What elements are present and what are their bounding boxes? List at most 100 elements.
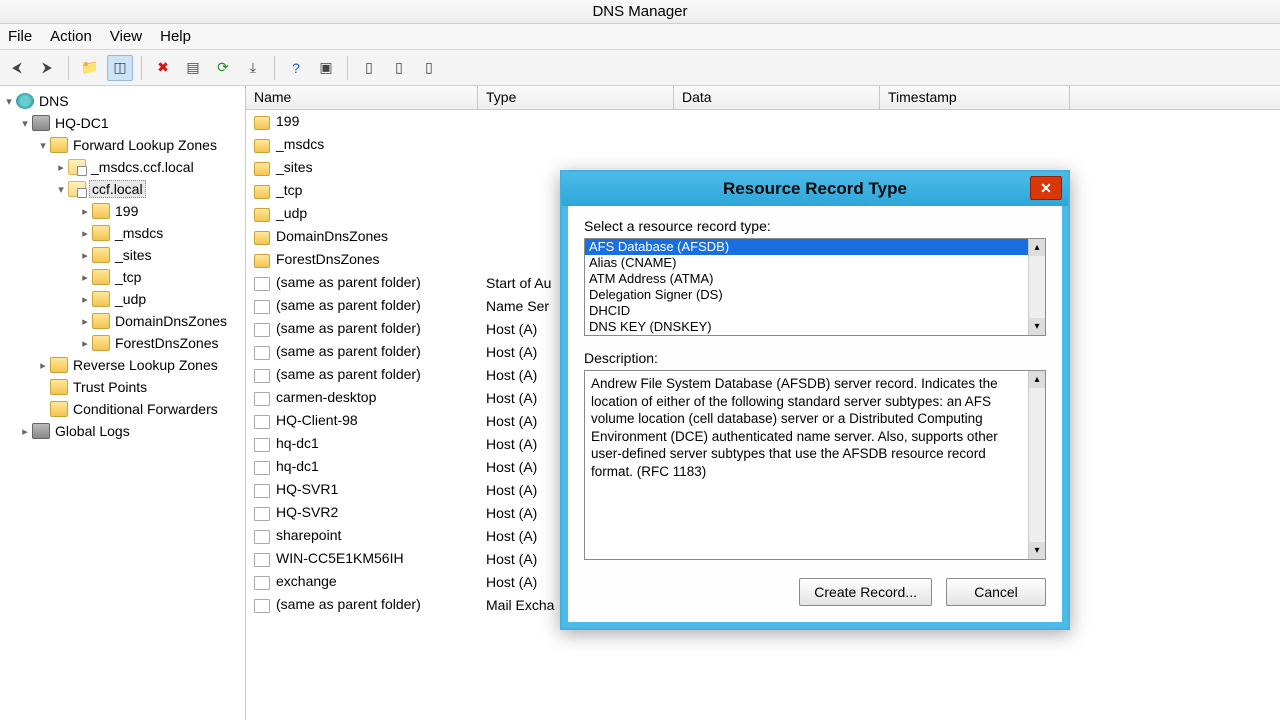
scroll-down-icon[interactable]: ▾	[1029, 318, 1045, 335]
tree-sub-sites[interactable]: ▸ _sites	[0, 244, 245, 266]
listbox-scrollbar[interactable]: ▴ ▾	[1028, 239, 1045, 335]
tree-zone-msdcs-ccf[interactable]: ▸ _msdcs.ccf.local	[0, 156, 245, 178]
scroll-up-icon[interactable]: ▴	[1029, 239, 1045, 256]
row-name: HQ-SVR2	[276, 504, 338, 520]
dialog-titlebar[interactable]: Resource Record Type ✕	[562, 172, 1068, 206]
folder-icon	[254, 185, 270, 199]
row-name: (same as parent folder)	[276, 297, 421, 313]
select-record-type-label: Select a resource record type:	[584, 218, 1046, 234]
zone-icon	[68, 181, 86, 197]
row-name: exchange	[276, 573, 337, 589]
col-timestamp[interactable]: Timestamp	[880, 86, 1070, 109]
refresh-button[interactable]: ⟳	[210, 55, 236, 81]
tree-sub-udp[interactable]: ▸ _udp	[0, 288, 245, 310]
folder-icon	[92, 203, 110, 219]
cancel-button[interactable]: Cancel	[946, 578, 1046, 606]
tree-zone-ccf-local[interactable]: ▾ ccf.local	[0, 178, 245, 200]
row-name: DomainDnsZones	[276, 228, 388, 244]
folder-icon	[254, 254, 270, 268]
tree-root-dns[interactable]: ▾ DNS	[0, 90, 245, 112]
row-name: _msdcs	[276, 136, 324, 152]
col-name[interactable]: Name	[246, 86, 478, 109]
tool-button[interactable]: ▯	[356, 55, 382, 81]
description-text: Andrew File System Database (AFSDB) serv…	[585, 371, 1028, 559]
record-icon	[254, 438, 270, 452]
record-type-listbox[interactable]: AFS Database (AFSDB)Alias (CNAME)ATM Add…	[584, 238, 1046, 336]
menu-action[interactable]: Action	[50, 28, 92, 45]
dialog-close-button[interactable]: ✕	[1030, 176, 1062, 200]
tool-button[interactable]: ▯	[386, 55, 412, 81]
tree-server[interactable]: ▾ HQ-DC1	[0, 112, 245, 134]
folder-icon	[92, 225, 110, 241]
toolbar-separator	[274, 56, 275, 80]
record-type-option[interactable]: DNS KEY (DNSKEY)	[585, 319, 1028, 335]
record-icon	[254, 300, 270, 314]
folder-icon	[50, 401, 68, 417]
folder-icon	[92, 335, 110, 351]
row-name: sharepoint	[276, 527, 341, 543]
row-name: HQ-SVR1	[276, 481, 338, 497]
menu-view[interactable]: View	[110, 28, 142, 45]
row-name: (same as parent folder)	[276, 274, 421, 290]
record-icon	[254, 599, 270, 613]
record-icon	[254, 461, 270, 475]
delete-button[interactable]: ✖	[150, 55, 176, 81]
folder-icon	[92, 291, 110, 307]
record-type-option[interactable]: DHCID	[585, 303, 1028, 319]
folder-icon	[92, 313, 110, 329]
show-hide-tree-button[interactable]: ◫	[107, 55, 133, 81]
row-name: ForestDnsZones	[276, 251, 379, 267]
list-row[interactable]: 199	[246, 110, 1280, 133]
col-type[interactable]: Type	[478, 86, 674, 109]
row-name: (same as parent folder)	[276, 596, 421, 612]
row-name: hq-dc1	[276, 435, 319, 451]
tree-reverse-lookup-zones[interactable]: ▸ Reverse Lookup Zones	[0, 354, 245, 376]
tree-forward-lookup-zones[interactable]: ▾ Forward Lookup Zones	[0, 134, 245, 156]
row-name: _udp	[276, 205, 307, 221]
record-type-option[interactable]: ATM Address (ATMA)	[585, 271, 1028, 287]
tree-view[interactable]: ▾ DNS ▾ HQ-DC1 ▾ Forward Lookup Zones ▸ …	[0, 86, 246, 720]
folder-icon	[254, 231, 270, 245]
folder-icon	[50, 379, 68, 395]
forward-button[interactable]: ⮞	[34, 55, 60, 81]
tree-sub-domaindnszones[interactable]: ▸ DomainDnsZones	[0, 310, 245, 332]
record-type-option[interactable]: AFS Database (AFSDB)	[585, 239, 1028, 255]
record-icon	[254, 392, 270, 406]
toolbar-separator	[347, 56, 348, 80]
help-button[interactable]: ?	[283, 55, 309, 81]
description-label: Description:	[584, 350, 1046, 366]
globe-icon	[16, 93, 34, 109]
col-data[interactable]: Data	[674, 86, 880, 109]
row-name: _sites	[276, 159, 313, 175]
tree-global-logs[interactable]: ▸ Global Logs	[0, 420, 245, 442]
list-header: Name Type Data Timestamp	[246, 86, 1280, 110]
toolbar-separator	[68, 56, 69, 80]
record-type-option[interactable]: Alias (CNAME)	[585, 255, 1028, 271]
properties-button[interactable]: ▤	[180, 55, 206, 81]
scroll-up-icon[interactable]: ▴	[1029, 371, 1045, 388]
row-name: 199	[276, 113, 299, 129]
export-button[interactable]: ⤓	[240, 55, 266, 81]
window-title: DNS Manager	[592, 3, 687, 20]
tool-button[interactable]: ▣	[313, 55, 339, 81]
description-scrollbar[interactable]: ▴ ▾	[1028, 371, 1045, 559]
folder-icon	[254, 139, 270, 153]
tool-button[interactable]: ▯	[416, 55, 442, 81]
create-record-button[interactable]: Create Record...	[799, 578, 932, 606]
tree-sub-msdcs[interactable]: ▸ _msdcs	[0, 222, 245, 244]
scroll-down-icon[interactable]: ▾	[1029, 542, 1045, 559]
tree-conditional-forwarders[interactable]: Conditional Forwarders	[0, 398, 245, 420]
tree-sub-forestdnszones[interactable]: ▸ ForestDnsZones	[0, 332, 245, 354]
tree-trust-points[interactable]: Trust Points	[0, 376, 245, 398]
menu-file[interactable]: File	[8, 28, 32, 45]
folder-icon	[254, 116, 270, 130]
list-row[interactable]: _msdcs	[246, 133, 1280, 156]
back-button[interactable]: ⮜	[4, 55, 30, 81]
tree-sub-199[interactable]: ▸ 199	[0, 200, 245, 222]
tree-sub-tcp[interactable]: ▸ _tcp	[0, 266, 245, 288]
up-button[interactable]: 📁	[77, 55, 103, 81]
menu-help[interactable]: Help	[160, 28, 191, 45]
record-icon	[254, 530, 270, 544]
description-box: Andrew File System Database (AFSDB) serv…	[584, 370, 1046, 560]
record-type-option[interactable]: Delegation Signer (DS)	[585, 287, 1028, 303]
